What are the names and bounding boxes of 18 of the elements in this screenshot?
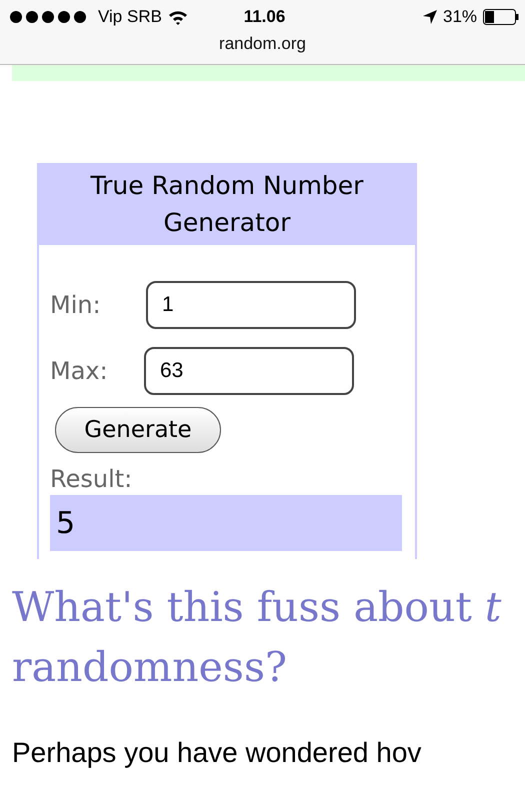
body-text: Perhaps you have wondered hov (12, 737, 422, 769)
battery-icon (483, 9, 520, 25)
result-label: Result: (50, 465, 134, 493)
carrier-name: Vip SRB (98, 7, 162, 27)
page-url[interactable]: random.org (219, 34, 306, 54)
clock-time: 11.06 (244, 7, 286, 27)
field-label: Min: (50, 291, 102, 319)
generate-button[interactable]: Generate (55, 407, 221, 453)
battery-percent: 31% (442, 7, 478, 27)
section-heading: What's this fuss about t randomness? (12, 582, 502, 693)
widget-title: True Random Number Generator (39, 163, 415, 245)
number-field[interactable]: 63 (144, 347, 354, 395)
wifi-icon (168, 10, 188, 24)
number-field[interactable]: 1 (146, 281, 356, 329)
location-arrow-icon (422, 10, 437, 24)
result-value: 5 (50, 495, 402, 551)
field-label: Max: (50, 357, 109, 385)
app-banner[interactable] (12, 64, 525, 81)
